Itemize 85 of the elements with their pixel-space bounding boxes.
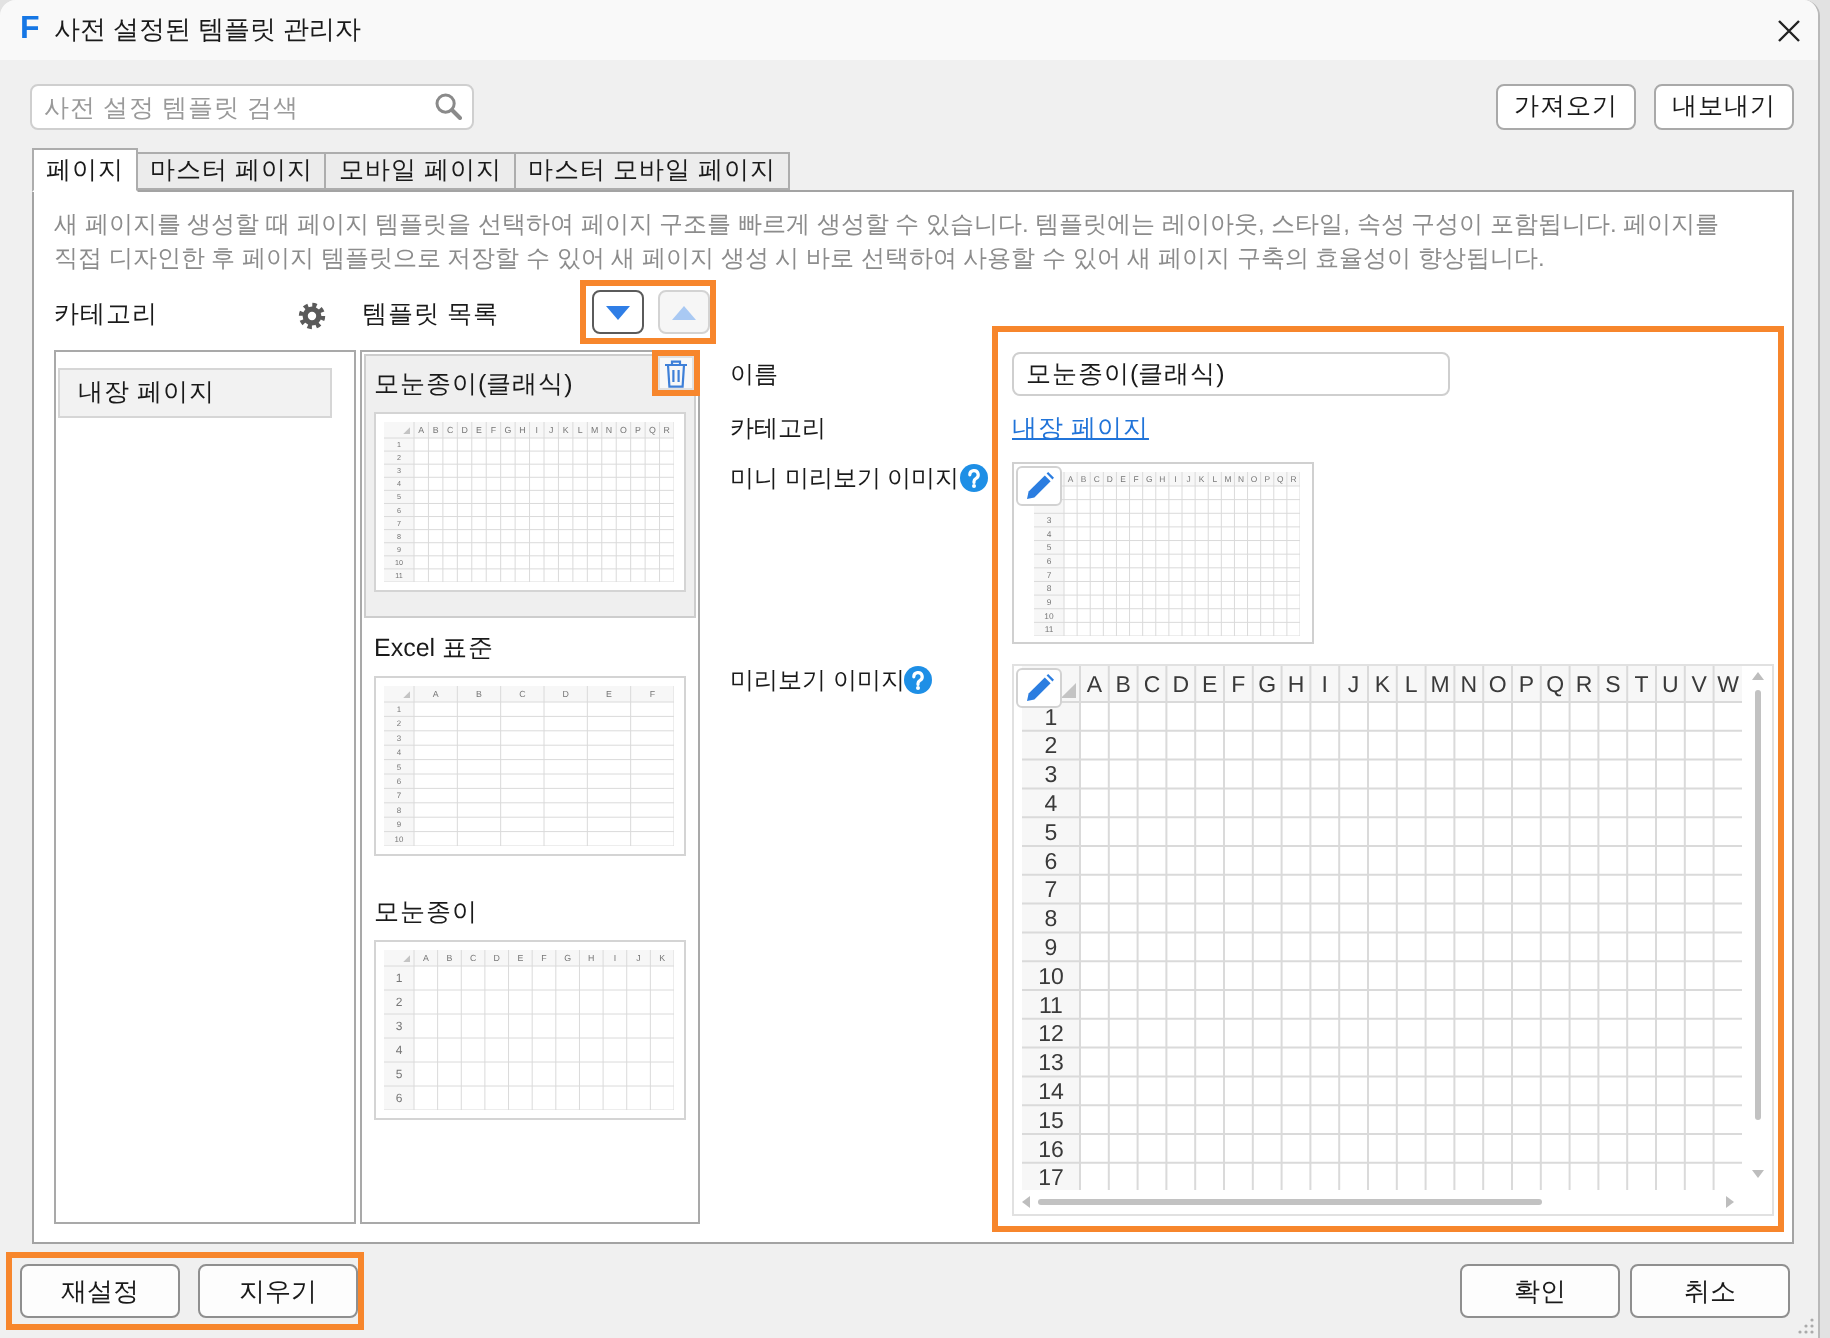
column-header: H — [1287, 674, 1305, 699]
field-label: 미니 미리보기 이미지 — [730, 462, 960, 494]
column-header: P — [1518, 674, 1535, 699]
footer-button[interactable]: 확인 — [1460, 1264, 1620, 1318]
description-text: 새 페이지를 생성할 때 페이지 템플릿을 선택하여 페이지 구조를 빠르게 생성할 수 있습니다. 템플릿에는 레이아웃, 스타일, 속성 구성이 포함됩니다. 페이지를 직접 디자인한 후 페이지 템플릿으로 저장할 수 있어 새 페이지 생성 시 바로 선택하여 사용할 수 있어 새 페이지 구축의 효율성이 향상됩니다. — [54, 208, 1722, 276]
row-number: 16 — [1038, 1138, 1064, 1163]
footer-button[interactable]: 재설정 — [20, 1264, 180, 1318]
column-header: R — [1575, 674, 1593, 699]
row-number: 8 — [1044, 908, 1058, 933]
template-name: 모눈종이(클래식) — [374, 368, 573, 402]
app-logo: F — [20, 14, 40, 46]
column-header: T — [1634, 674, 1649, 699]
pencil-icon — [1025, 674, 1053, 702]
row-number: 3 — [1044, 764, 1058, 789]
tab[interactable]: 마스터 모바일 페이지 — [515, 152, 790, 190]
field-label: 카테고리 — [730, 412, 826, 444]
column-header: W — [1717, 674, 1739, 699]
tab[interactable]: 모바일 페이지 — [326, 152, 516, 190]
template-list-heading: 템플릿 목록 — [362, 298, 499, 332]
row-number: 9 — [1044, 937, 1058, 962]
row-number: 4 — [1044, 793, 1058, 818]
column-header: C — [1143, 674, 1161, 699]
corner-triangle-icon — [403, 691, 410, 698]
toolbar-button[interactable]: 가져오기 — [1496, 84, 1636, 130]
tab[interactable]: 페이지 — [32, 148, 138, 192]
template-name: Excel 표준 — [374, 632, 495, 666]
toolbar-button[interactable]: 내보내기 — [1654, 84, 1794, 130]
column-header: N — [1460, 674, 1478, 699]
column-header: K — [1374, 674, 1391, 699]
column-header: S — [1605, 674, 1621, 699]
row-number: 12 — [1038, 1023, 1064, 1048]
corner-triangle-icon — [1060, 682, 1076, 698]
help-icon[interactable] — [904, 666, 933, 694]
column-header: E — [1201, 674, 1218, 699]
search-icon — [434, 92, 462, 120]
row-number: 10 — [1038, 965, 1064, 990]
tab[interactable]: 마스터 페이지 — [138, 152, 327, 190]
close-icon — [1778, 19, 1800, 41]
corner-triangle-icon — [403, 427, 410, 434]
column-header: I — [1321, 674, 1328, 699]
triangle-down-icon — [606, 305, 630, 319]
row-number: 14 — [1038, 1081, 1064, 1106]
column-header: Q — [1546, 674, 1565, 699]
edit-button[interactable] — [1016, 466, 1062, 506]
column-header: J — [1347, 674, 1360, 699]
column-header: L — [1404, 674, 1418, 699]
close-button[interactable] — [1778, 19, 1800, 41]
row-number: 7 — [1044, 879, 1058, 904]
row-number: 5 — [1044, 821, 1058, 846]
footer-button[interactable]: 취소 — [1630, 1264, 1790, 1318]
column-header: M — [1430, 674, 1450, 699]
field-label: 이름 — [730, 358, 778, 392]
edit-button[interactable] — [1016, 668, 1062, 708]
pencil-icon — [1025, 472, 1053, 500]
name-field[interactable]: 모눈종이(클래식) — [1012, 352, 1450, 396]
row-number: 13 — [1038, 1052, 1064, 1077]
column-header: U — [1662, 674, 1679, 699]
category-heading: 카테고리 — [54, 298, 158, 332]
move-down-button[interactable] — [592, 290, 644, 334]
column-header: O — [1488, 674, 1507, 699]
category-item[interactable]: 내장 페이지 — [58, 368, 332, 418]
column-header: D — [1172, 674, 1190, 699]
column-header: B — [1115, 674, 1131, 699]
window-title: 사전 설정된 템플릿 관리자 — [53, 12, 362, 48]
column-header: G — [1258, 674, 1277, 699]
triangle-up-icon — [672, 305, 696, 319]
row-number: 15 — [1038, 1109, 1064, 1134]
template-name: 모눈종이 — [374, 896, 478, 930]
row-number: 17 — [1038, 1167, 1064, 1190]
column-header: F — [1231, 674, 1246, 699]
field-label: 미리보기 이미지 — [730, 664, 905, 696]
row-number: 1 — [1044, 706, 1058, 731]
footer-button[interactable]: 지우기 — [198, 1264, 358, 1318]
column-header: A — [1086, 674, 1103, 699]
category-link[interactable]: 내장 페이지 — [1012, 412, 1149, 444]
resize-grip-icon[interactable] — [1798, 1318, 1814, 1334]
settings-icon[interactable] — [298, 301, 326, 329]
help-icon[interactable] — [959, 464, 988, 492]
row-number: 11 — [1039, 994, 1063, 1019]
trash-icon — [664, 359, 688, 387]
search-field[interactable]: 사전 설정 템플릿 검색 — [30, 84, 474, 130]
column-header: V — [1691, 674, 1707, 699]
row-number: 6 — [1044, 850, 1058, 875]
corner-triangle-icon — [403, 955, 410, 962]
row-number: 2 — [1044, 735, 1058, 760]
